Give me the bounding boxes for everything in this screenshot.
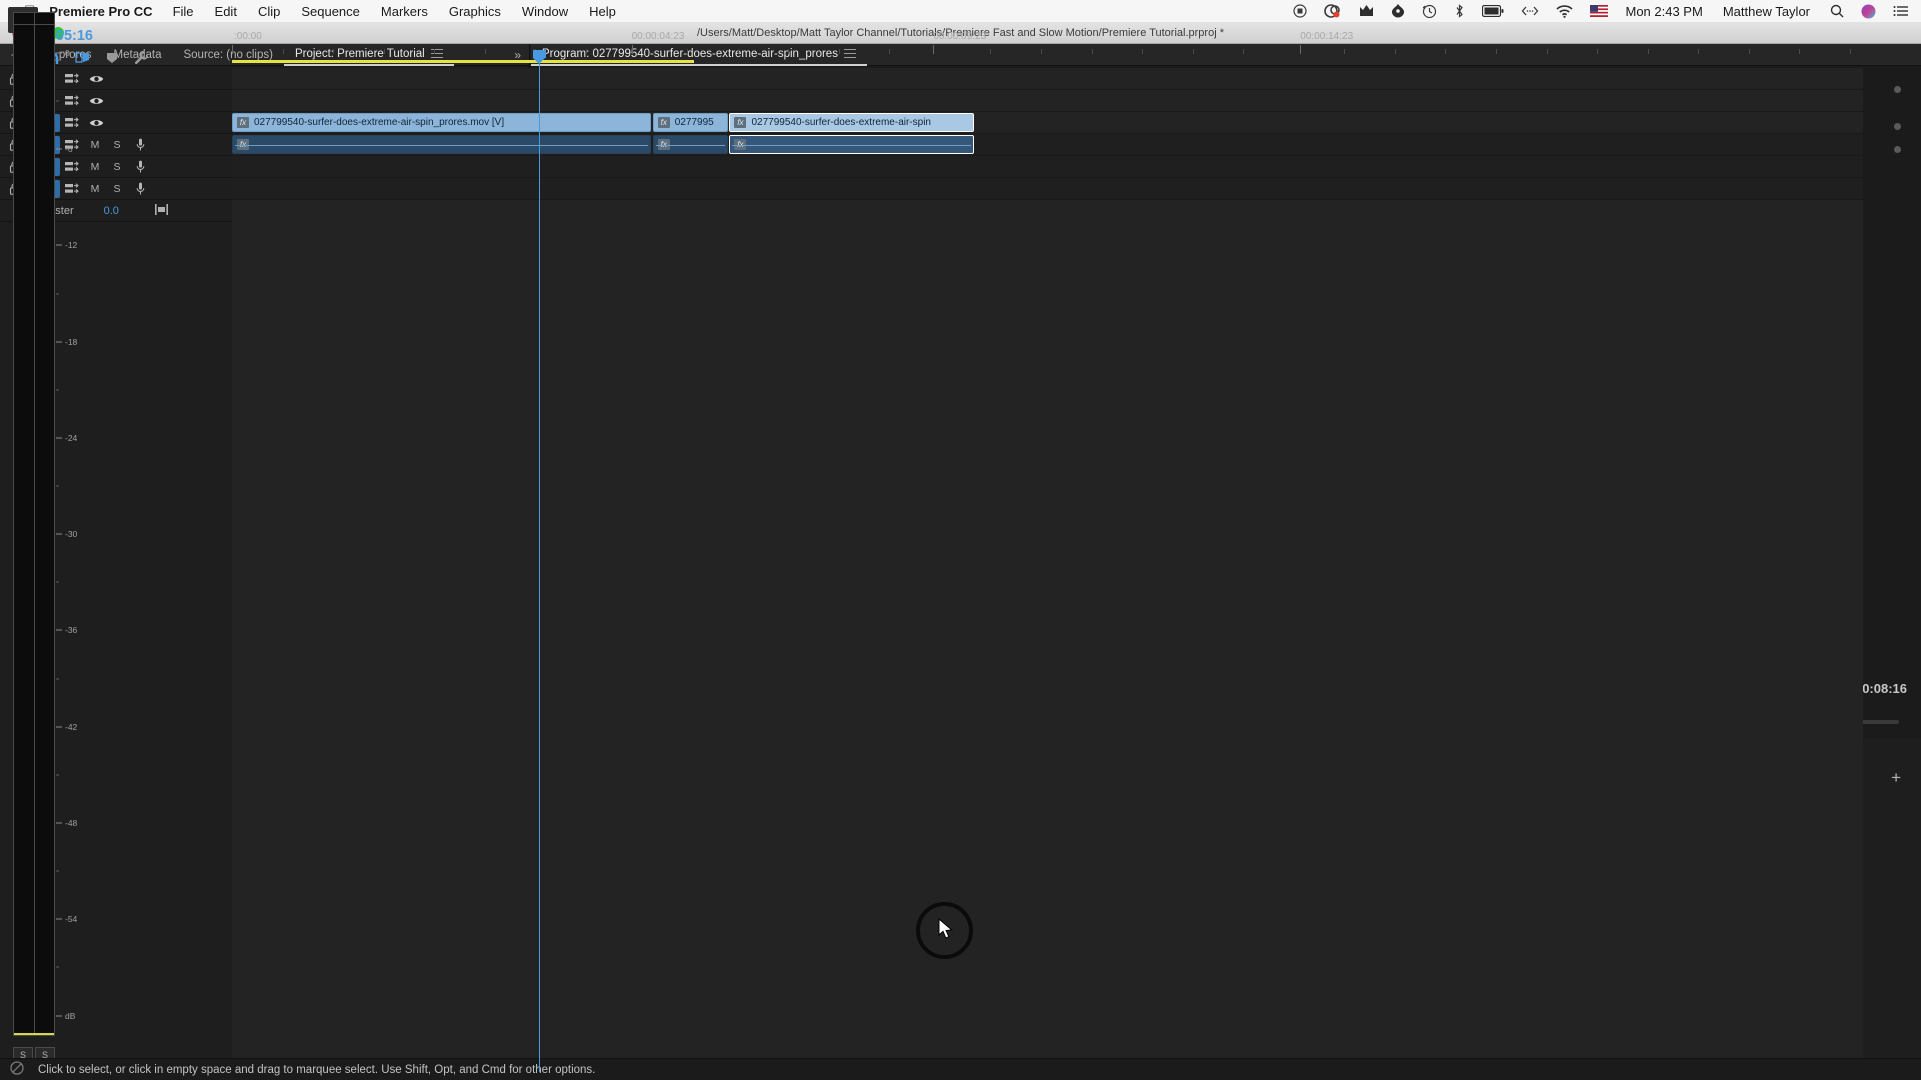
timeline-right-gutter xyxy=(1863,68,1921,1072)
timeline-track-a2[interactable] xyxy=(232,156,1863,178)
meter-unit-label: dB xyxy=(65,1010,76,1021)
status-bar: Click to select, or click in empty space… xyxy=(0,1058,1921,1080)
timeline-track-v2[interactable] xyxy=(232,90,1863,112)
menu-clock[interactable]: Mon 2:43 PM xyxy=(1625,4,1702,19)
timeline-track-v1[interactable]: fx 027799540-surfer-does-extreme-air-spi… xyxy=(232,112,1863,134)
timeline-track-a3[interactable] xyxy=(232,178,1863,200)
audio-meters-panel: 0 -6 -12 -18 -24 -30 -36 -42 -48 -54 dB … xyxy=(0,12,93,1062)
status-message: Click to select, or click in empty space… xyxy=(38,1063,596,1076)
flag-icon[interactable] xyxy=(1590,5,1609,17)
time-machine-icon[interactable] xyxy=(1422,4,1437,18)
master-meter-icon[interactable] xyxy=(154,202,168,220)
fx-badge-icon: fx xyxy=(734,117,747,128)
clip-label: 027799540-surfer-does-extreme-air-spin_p… xyxy=(254,117,505,128)
meter-label: 0 xyxy=(65,47,70,58)
timeline-clip[interactable]: fx xyxy=(232,135,652,154)
timeline-clip-selected[interactable]: fx xyxy=(729,135,975,154)
timeline-clip[interactable]: fx 027799540-surfer-does-extreme-air-spi… xyxy=(232,113,652,132)
audio-meter-bars[interactable] xyxy=(13,12,55,1036)
timeline-playhead[interactable] xyxy=(533,50,546,64)
bluetooth-icon[interactable] xyxy=(1454,4,1465,18)
ruler-label: 00:00:04:23 xyxy=(631,31,685,42)
menu-edit[interactable]: Edit xyxy=(215,4,237,19)
timeline-settings-icon[interactable] xyxy=(134,50,149,70)
timeline-playhead-line xyxy=(539,50,540,1072)
meter-label: -30 xyxy=(65,529,78,540)
timeline-tracks-area[interactable]: fx 027799540-surfer-does-extreme-air-spi… xyxy=(232,68,1863,1072)
cloud-sync-icon[interactable] xyxy=(1324,4,1342,18)
menu-help[interactable]: Help xyxy=(589,4,616,19)
macos-menu-bar:  Premiere Pro CC File Edit Clip Sequenc… xyxy=(0,0,1921,22)
solo-track-button[interactable]: S xyxy=(106,139,128,151)
meter-label: -6 xyxy=(65,144,73,155)
timeline-panel: ✕ 027799540-surfer-does-extreme-air-spin… xyxy=(0,28,1901,1080)
creative-cloud-icon[interactable] xyxy=(1391,4,1405,18)
menu-username[interactable]: Matthew Taylor xyxy=(1723,4,1810,19)
audio-meter-scale: 0 -6 -12 -18 -24 -30 -36 -42 -48 -54 dB xyxy=(56,12,92,1036)
siri-icon[interactable] xyxy=(1861,4,1876,19)
no-drop-icon xyxy=(10,1061,24,1078)
meter-level-line xyxy=(14,1033,54,1035)
microphone-icon[interactable] xyxy=(128,160,152,173)
mouse-cursor xyxy=(938,917,955,945)
meter-label: -36 xyxy=(65,625,78,636)
master-volume-value[interactable]: 0.0 xyxy=(104,205,119,217)
record-icon[interactable] xyxy=(1293,4,1308,18)
microphone-icon[interactable] xyxy=(128,182,152,195)
meter-label: -42 xyxy=(65,721,78,732)
clip-label: 0277995 xyxy=(674,117,714,128)
code-icon[interactable] xyxy=(1521,5,1539,17)
menu-window[interactable]: Window xyxy=(522,4,568,19)
menu-clip[interactable]: Clip xyxy=(258,4,280,19)
menu-file[interactable]: File xyxy=(173,4,194,19)
fx-badge-icon: fx xyxy=(237,117,249,128)
search-icon[interactable] xyxy=(1830,4,1844,18)
battery-icon[interactable] xyxy=(1482,5,1504,17)
track-keyframe-dot[interactable] xyxy=(1894,146,1901,153)
meter-label: -54 xyxy=(65,914,78,925)
meter-label: -18 xyxy=(65,336,78,347)
notification-center-icon[interactable] xyxy=(1893,5,1909,17)
timeline-ruler[interactable]: :00:00 00:00:04:23 00:00:09:23 00:00:14:… xyxy=(232,28,1863,54)
meter-label: -12 xyxy=(65,240,78,251)
ruler-label: :00:00 xyxy=(234,31,262,42)
meter-label: -24 xyxy=(65,432,78,443)
timeline-clip[interactable]: fx 0277995 xyxy=(652,113,728,132)
work-area-bar[interactable] xyxy=(232,60,694,63)
add-marker-icon[interactable] xyxy=(106,51,118,69)
menu-sequence[interactable]: Sequence xyxy=(301,4,360,19)
solo-track-button[interactable]: S xyxy=(106,161,128,173)
timeline-clip[interactable]: fx xyxy=(652,135,728,154)
solo-track-button[interactable]: S xyxy=(106,183,128,195)
microphone-icon[interactable] xyxy=(128,138,152,151)
wifi-icon[interactable] xyxy=(1556,4,1574,18)
timeline-track-a1[interactable]: fx fx fx xyxy=(232,134,1863,156)
track-keyframe-dot[interactable] xyxy=(1894,123,1901,130)
timeline-track-v3[interactable] xyxy=(232,68,1863,90)
menu-markers[interactable]: Markers xyxy=(381,4,428,19)
ruler-label: 00:00:14:23 xyxy=(1300,31,1354,42)
fx-badge-icon: fx xyxy=(657,117,670,128)
clip-label: 027799540-surfer-does-extreme-air-spin xyxy=(751,117,931,128)
meter-label: -48 xyxy=(65,818,78,828)
ruler-label: 00:00:09:23 xyxy=(933,31,987,42)
menu-graphics[interactable]: Graphics xyxy=(449,4,501,19)
malware-icon[interactable] xyxy=(1359,4,1374,18)
track-keyframe-dot[interactable] xyxy=(1894,86,1901,93)
meter-channel-divider xyxy=(34,13,35,1035)
timeline-clip-selected[interactable]: fx 027799540-surfer-does-extreme-air-spi… xyxy=(729,113,975,132)
